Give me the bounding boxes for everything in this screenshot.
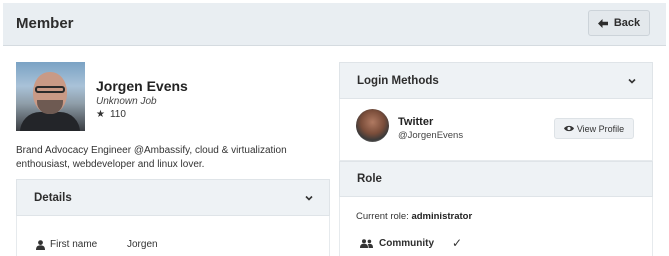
check-icon: ✓ <box>452 236 463 250</box>
community-label: Community <box>379 238 434 249</box>
member-avatar <box>16 62 85 131</box>
eye-icon <box>563 125 574 132</box>
login-methods-header[interactable]: Login Methods <box>339 62 653 99</box>
back-button-label: Back <box>613 17 641 29</box>
details-title: Details <box>34 191 72 204</box>
login-provider: Twitter <box>398 116 434 128</box>
field-first-name: First name <box>36 239 97 250</box>
member-job: Unknown Job <box>96 96 157 107</box>
field-value: Jorgen <box>127 239 158 250</box>
details-panel-body: First name Jorgen <box>16 216 330 256</box>
current-role-value: administrator <box>411 211 473 222</box>
role-panel-header: Role <box>339 161 653 197</box>
twitter-avatar <box>356 109 389 142</box>
current-role: Current role: administrator <box>356 211 472 222</box>
arrow-left-icon <box>597 18 608 28</box>
field-label: First name <box>50 239 98 250</box>
details-panel-header[interactable]: Details <box>16 179 330 216</box>
chevron-down-icon <box>305 195 313 201</box>
page-header: Member Back <box>3 3 666 46</box>
login-methods-body: Twitter @JorgenEvens View Profile <box>339 99 653 161</box>
back-button[interactable]: Back <box>588 10 650 36</box>
member-points: ★ 110 <box>96 109 126 120</box>
points-value: 110 <box>109 109 126 120</box>
role-title: Role <box>357 173 382 185</box>
member-name: Jorgen Evens <box>96 78 188 94</box>
community-role: Community <box>360 238 434 249</box>
view-profile-button[interactable]: View Profile <box>554 118 634 139</box>
person-icon <box>36 239 45 250</box>
page-title: Member <box>16 15 74 32</box>
chevron-down-icon <box>628 78 636 84</box>
member-page: Member Back Jorgen Evens Unknown Job ★ 1… <box>3 3 666 256</box>
star-icon: ★ <box>96 109 105 120</box>
login-methods-title: Login Methods <box>357 74 439 87</box>
view-profile-label: View Profile <box>576 123 625 134</box>
login-handle: @JorgenEvens <box>398 130 464 141</box>
role-panel-body: Current role: administrator Community ✓ <box>339 197 653 256</box>
member-bio: Brand Advocacy Engineer @Ambassify, clou… <box>16 145 287 170</box>
current-role-label: Current role: <box>356 211 409 222</box>
users-icon <box>360 239 373 248</box>
